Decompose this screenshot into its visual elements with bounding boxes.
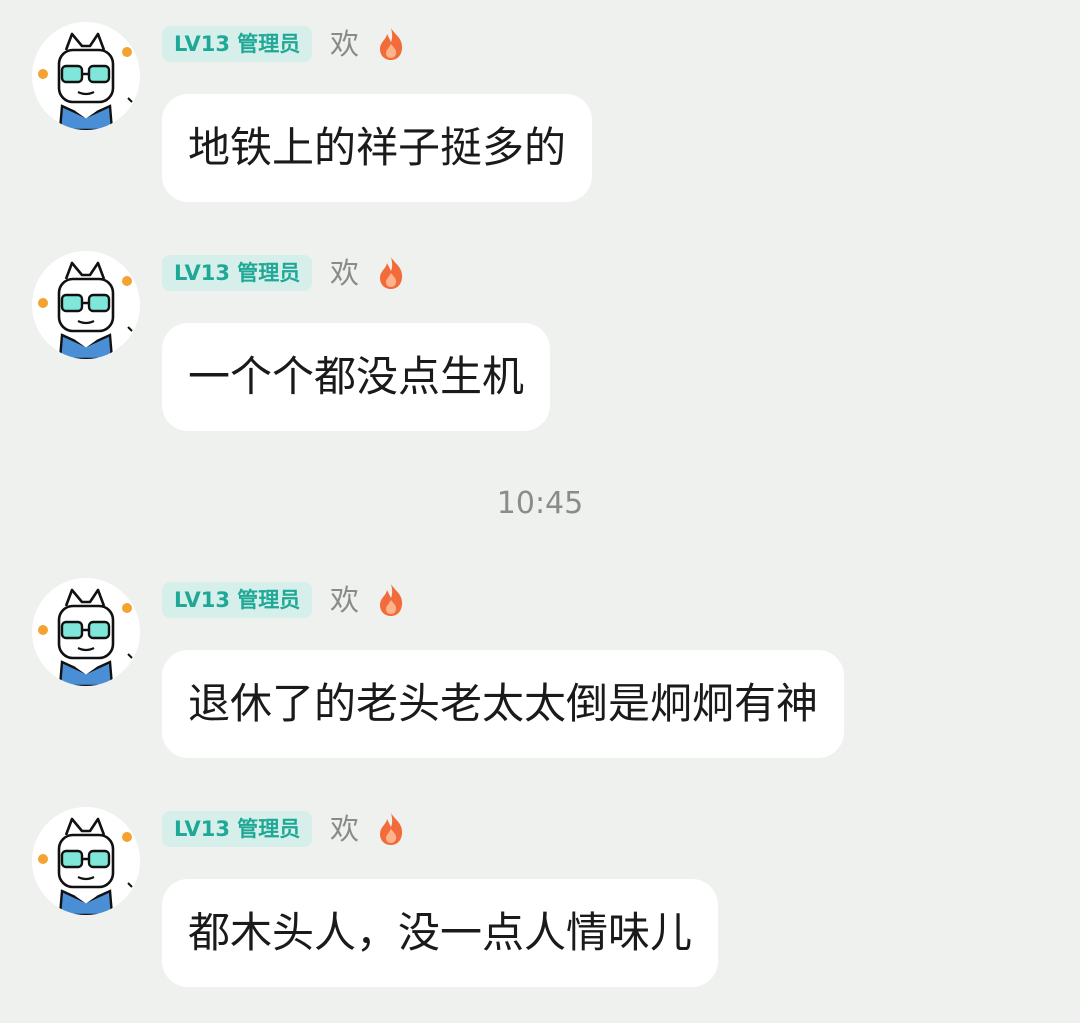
level-badge: LV13 管理员 (162, 811, 313, 847)
avatar[interactable] (32, 807, 140, 915)
bunny-avatar-icon (38, 261, 133, 359)
flame-icon (380, 28, 403, 60)
message-bubble[interactable]: 地铁上的祥子挺多的 (162, 94, 593, 202)
message-bubble[interactable]: 退休了的老头老太太倒是炯炯有神 (162, 650, 845, 758)
avatar[interactable] (32, 251, 140, 359)
bunny-avatar-icon (38, 817, 133, 915)
level-badge: LV13 管理员 (162, 582, 313, 618)
chat-message: LV13 管理员 欢 都木头人，没一点人情味儿 (0, 807, 1080, 997)
bunny-avatar-icon (38, 32, 133, 130)
nickname[interactable]: 欢 (330, 809, 359, 849)
avatar[interactable] (32, 578, 140, 686)
chat-message: LV13 管理员 欢 一个个都没点生机 (0, 251, 1080, 441)
chat-message: LV13 管理员 欢 地铁上的祥子挺多的 (0, 22, 1080, 212)
nickname[interactable]: 欢 (330, 580, 359, 620)
chat-message: LV13 管理员 欢 退休了的老头老太太倒是炯炯有神 (0, 578, 1080, 768)
nickname[interactable]: 欢 (330, 24, 359, 64)
level-badge: LV13 管理员 (162, 26, 313, 62)
flame-icon (380, 257, 403, 289)
level-badge: LV13 管理员 (162, 255, 313, 291)
avatar[interactable] (32, 22, 140, 130)
flame-icon (380, 813, 403, 845)
nickname[interactable]: 欢 (330, 253, 359, 293)
flame-icon (380, 584, 403, 616)
message-bubble[interactable]: 都木头人，没一点人情味儿 (162, 879, 719, 987)
bunny-avatar-icon (38, 588, 133, 686)
message-bubble[interactable]: 一个个都没点生机 (162, 323, 551, 431)
timestamp: 10:45 (496, 486, 584, 521)
